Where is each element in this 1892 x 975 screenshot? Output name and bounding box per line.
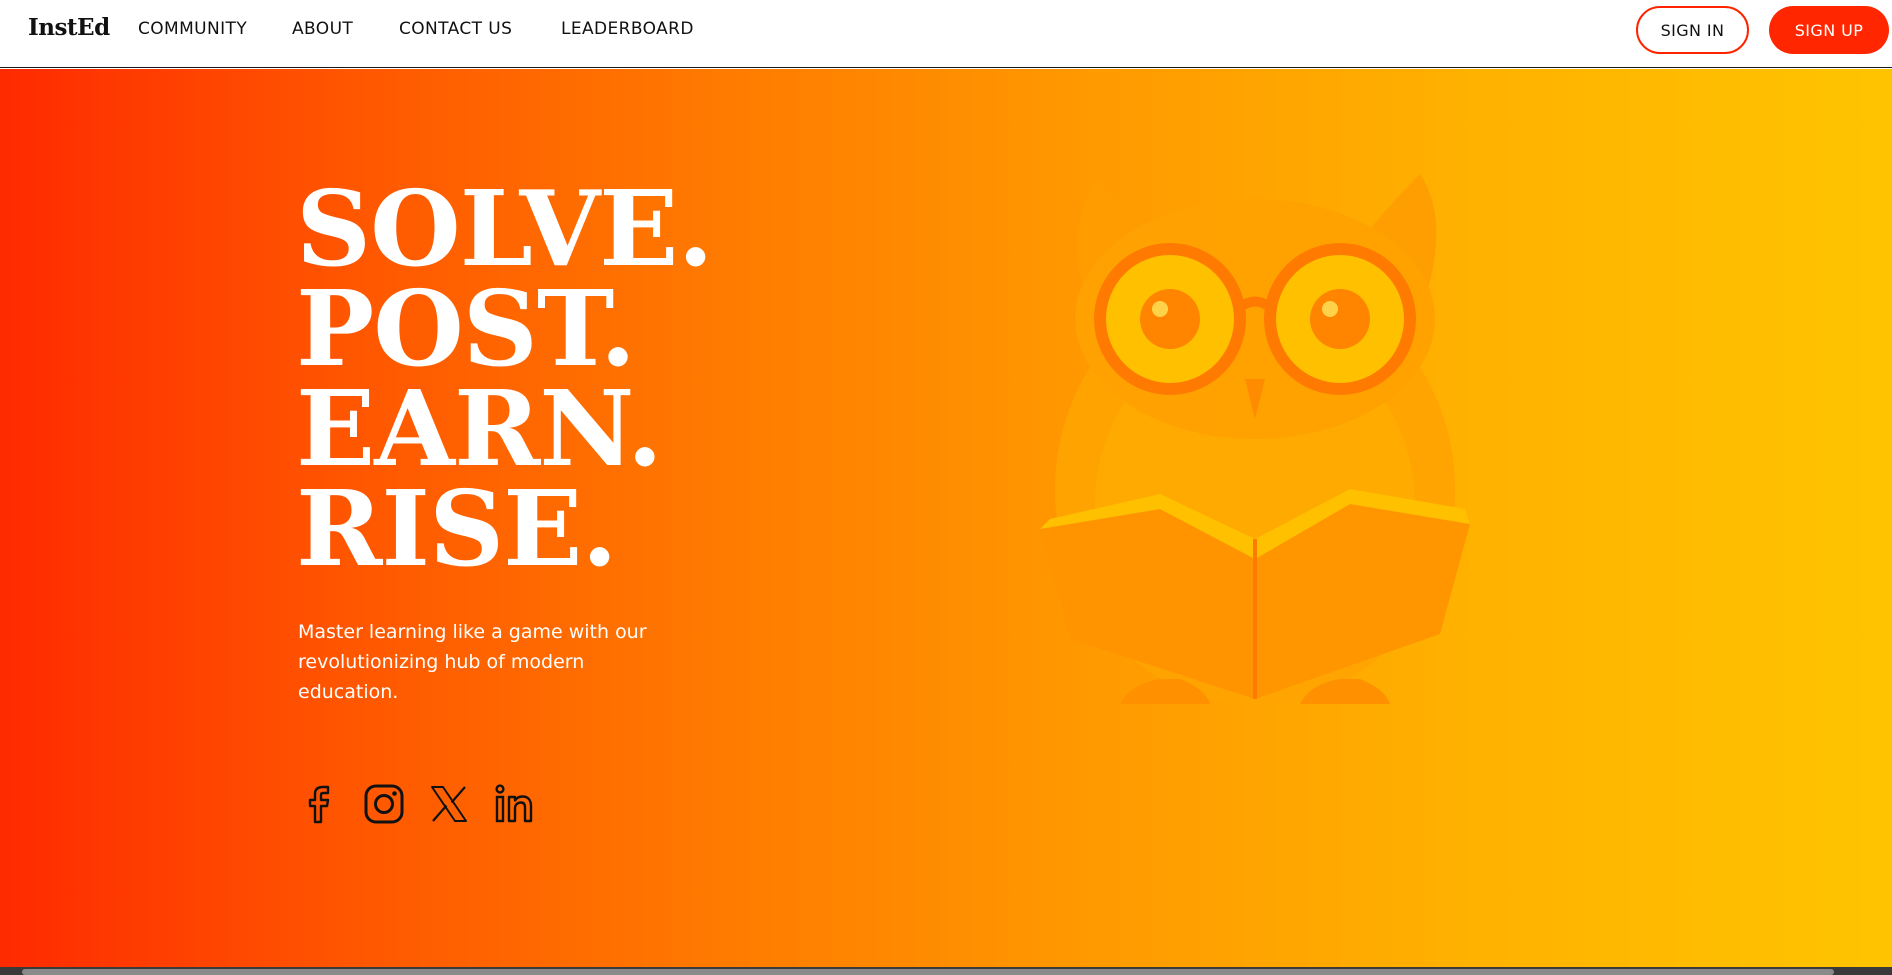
headline-line-solve: SOLVE. [296,167,714,290]
nav-link-leaderboard[interactable]: LEADERBOARD [561,19,694,39]
nav-link-community[interactable]: COMMUNITY [138,19,247,39]
instagram-icon[interactable] [361,781,407,827]
top-navbar: InstEd COMMUNITY ABOUT CONTACT US LEADER… [0,0,1892,68]
nav-link-about[interactable]: ABOUT [292,19,353,39]
headline-line-earn: EARN. [296,367,663,490]
scrollbar-thumb[interactable] [22,969,1834,975]
hero-tagline: Master learning like a game with our rev… [298,621,647,703]
headline-line-rise: RISE. [296,467,618,590]
hero-section: SOLVE. POST. EARN. RISE. Master learning… [0,69,1892,967]
nav-link-contact-us[interactable]: CONTACT US [399,19,512,39]
headline-line-post: POST. [296,267,636,390]
sign-in-button[interactable]: SIGN IN [1636,6,1749,54]
x-icon[interactable] [426,781,472,827]
bottom-scrollbar[interactable] [0,967,1892,975]
linkedin-icon[interactable] [491,781,537,827]
logo[interactable]: InstEd [28,14,110,41]
facebook-icon[interactable] [296,781,342,827]
owl-reading-book-illustration [1040,174,1470,704]
sign-up-button[interactable]: SIGN UP [1769,6,1889,54]
hero-headline: SOLVE. POST. EARN. RISE. [296,167,714,590]
